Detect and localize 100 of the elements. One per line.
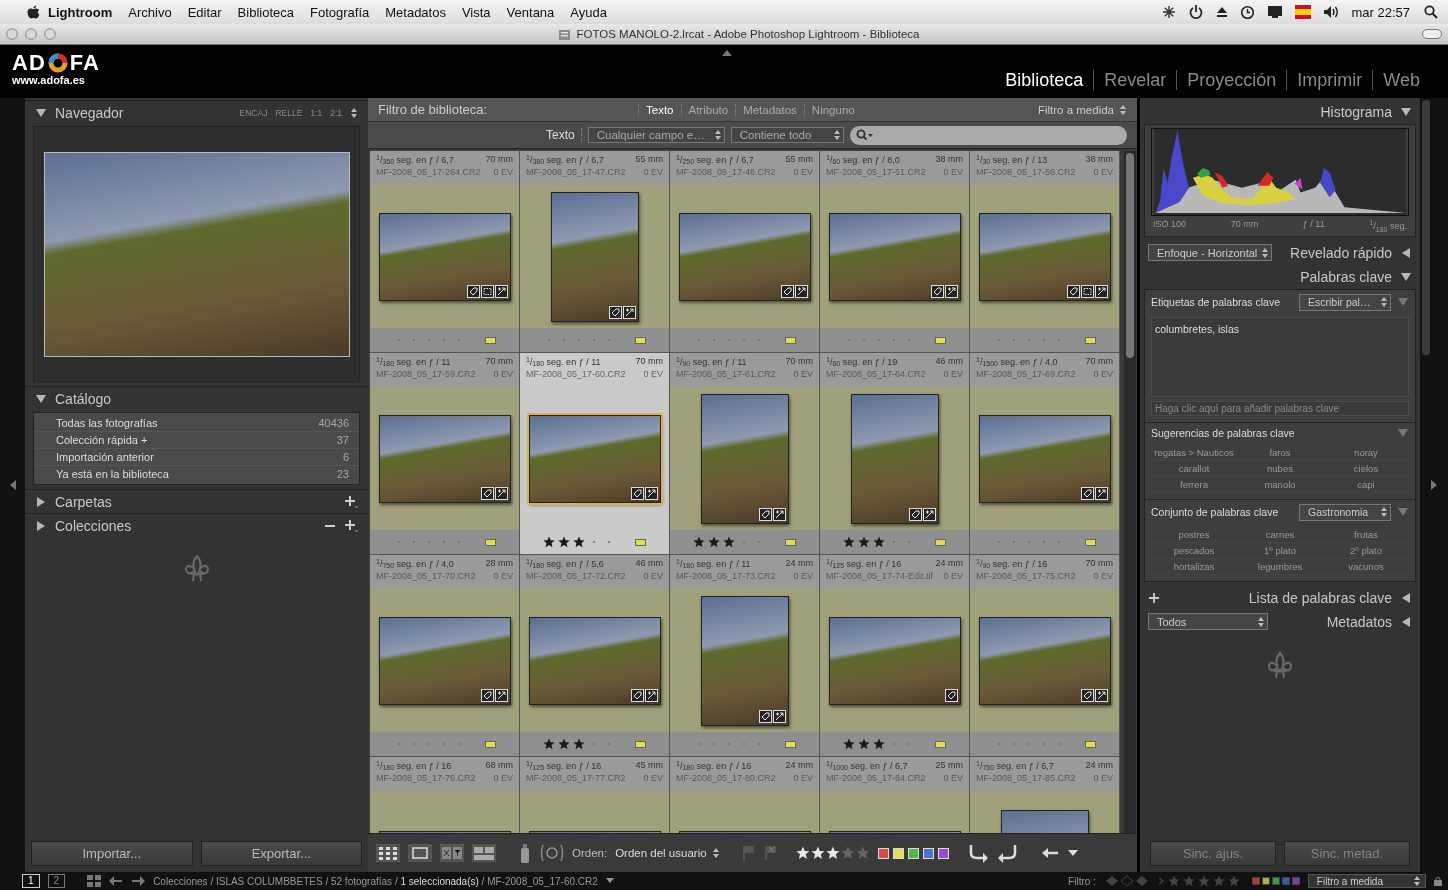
panel-toggle-icon[interactable] [8,479,17,491]
metadata-preset-dropdown[interactable]: Todos [1148,613,1268,631]
catalog-item[interactable]: Colección rápida + 37 [34,432,359,449]
keyword-set-item[interactable]: hortalizas [1151,558,1237,575]
scrollbar-thumb[interactable] [1126,153,1134,358]
updown-arrows-icon[interactable] [713,129,722,141]
loupe-view-icon[interactable] [408,844,432,862]
search-icon[interactable] [1424,5,1438,19]
filter-preset-dropdown[interactable]: Filtro a medida [1037,103,1127,116]
menu-item[interactable]: Biblioteca [229,4,302,20]
keyword-set-item[interactable]: vacunos [1323,558,1409,575]
keyword-mode-dropdown[interactable]: Escribir pal… [1299,293,1391,311]
keyword-set-item[interactable]: frutas [1323,526,1409,543]
rule-dropdown[interactable]: Contiene todo [730,127,844,143]
color-filter-swatch[interactable] [1261,877,1270,885]
power-icon[interactable] [1188,4,1205,20]
display-icon[interactable] [1267,5,1284,19]
arrow-left-icon[interactable] [109,875,124,887]
expand-triangle-icon[interactable] [35,519,47,532]
collapse-triangle-icon[interactable] [1400,106,1412,118]
scrollbar-thumb[interactable] [1422,100,1430,355]
panel-header[interactable]: Carpetas [25,489,368,513]
catalog-item[interactable]: Importación anterior 6 [34,449,359,466]
preset-dropdown[interactable]: Enfoque - Horizontal [1148,244,1273,262]
keyword-set-item[interactable]: 2º plato [1323,542,1409,559]
keyword-set-item[interactable]: carnes [1237,526,1323,543]
zoom-option[interactable]: RELLE [275,107,303,118]
color-label-swatch[interactable] [907,847,919,859]
updown-arrows-icon[interactable] [1257,615,1265,628]
keyword-set-item[interactable]: 1º plato [1237,542,1323,559]
menu-item[interactable]: Ayuda [562,4,615,20]
arrow-right-icon[interactable] [131,875,146,887]
color-label-swatch[interactable] [937,847,949,859]
keyword-suggestion[interactable]: nubes [1237,460,1323,477]
menu-item[interactable]: Metadatos [377,4,454,20]
keyword-suggestion[interactable]: capi [1323,476,1409,493]
keyword-suggestion[interactable]: noray [1323,444,1409,461]
filter-tab[interactable]: Atributo [680,103,736,116]
menu-item[interactable]: Vista [453,4,499,20]
expand-triangle-icon[interactable] [1400,591,1412,604]
keyword-suggestion[interactable]: ferrera [1151,476,1237,493]
collapse-triangle-icon[interactable] [35,106,47,119]
filter-tab[interactable]: Ninguno [803,103,862,116]
add-keyword-field[interactable]: Haga clic aquí para añadir palabras clave [1151,400,1409,416]
color-filter-swatch[interactable] [1251,877,1260,885]
module-tab[interactable]: Revelar [1093,70,1177,90]
zoom-option[interactable]: ENCAJ [239,107,268,118]
toolbar-toggle-icon[interactable] [1422,29,1442,39]
apple-logo-icon[interactable] [26,4,40,20]
updown-arrows-icon[interactable] [350,106,358,119]
add-icon[interactable] [1148,591,1160,604]
color-filter-swatch[interactable] [1281,877,1290,885]
filter-preset-dropdown[interactable]: Filtro a medida [1307,874,1426,888]
panel-header[interactable]: Colecciones [25,513,368,537]
flag-icon[interactable] [1295,5,1312,19]
keyword-set-item[interactable]: pescados [1151,542,1237,559]
survey-view-icon[interactable] [472,844,496,862]
lock-icon[interactable] [1434,876,1442,886]
expand-triangle-icon[interactable] [1400,246,1412,259]
updown-arrows-icon[interactable] [711,847,720,859]
keyword-set-item[interactable]: postres [1151,526,1237,543]
sort-dropdown[interactable]: Orden del usuario [615,847,720,859]
keyword-tags-field[interactable]: columbretes, islas [1151,316,1409,397]
keyword-suggestion[interactable]: carallot [1151,460,1237,477]
panel-toggle-icon[interactable] [1430,479,1438,491]
clock-text[interactable]: mar 22:57 [1351,4,1410,20]
add-icon[interactable] [344,518,358,533]
color-label-swatch[interactable] [892,847,904,859]
spray-can-icon[interactable] [518,842,532,864]
add-icon[interactable] [344,494,358,509]
page-button[interactable]: 1 [22,874,40,888]
catalog-item[interactable]: Ya está en la biblioteca 23 [34,466,359,482]
menu-item[interactable]: Fotografía [301,4,378,20]
compare-view-icon[interactable] [440,844,464,862]
menu-item[interactable]: Lightroom [40,4,121,20]
updown-arrows-icon[interactable] [1119,103,1127,116]
panel-header[interactable]: Catálogo [25,386,368,410]
menu-item[interactable]: Ventana [498,4,563,20]
panel-header[interactable]: Navegador ENCAJ RELLE 1:1 2:1 [25,100,368,124]
module-tab[interactable]: Biblioteca [995,70,1094,90]
clock-icon[interactable] [1240,4,1256,20]
color-label-swatch[interactable] [877,847,889,859]
panel-button[interactable]: Importar... [31,841,193,866]
color-label-swatch[interactable] [922,847,934,859]
keyword-suggestion[interactable]: faros [1237,444,1323,461]
menu-item[interactable]: Editar [179,4,230,20]
panel-header[interactable]: Todos Metadatos [1144,609,1416,634]
catalog-item[interactable]: Todas las fotografías 40436 [34,415,359,432]
panel-header[interactable]: Palabras clave [1144,264,1416,289]
keyword-suggestion[interactable]: manolo [1237,476,1323,493]
keyword-set-item[interactable]: legumbres [1237,558,1323,575]
menu-item[interactable]: Archivo [120,4,180,20]
updown-arrows-icon[interactable] [1413,875,1421,887]
collapse-triangle-icon[interactable] [1400,270,1412,283]
field-dropdown[interactable]: Cualquier campo e… [587,127,725,143]
color-filter-swatch[interactable] [1291,877,1300,885]
color-filter-swatch[interactable] [1271,877,1280,885]
expand-triangle-icon[interactable] [1400,615,1412,628]
arrow-left-icon[interactable] [1040,845,1059,861]
search-field[interactable] [849,125,1127,145]
